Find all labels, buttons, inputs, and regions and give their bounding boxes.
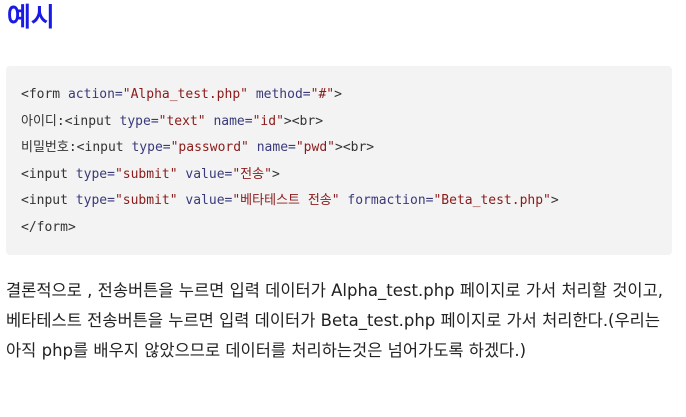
code-token: action= (67, 87, 123, 102)
code-token: type= (75, 193, 115, 209)
code-token: method= (255, 87, 311, 102)
code-line: <input type="submit" value="전송"> (21, 162, 672, 189)
code-token: value= (185, 193, 233, 209)
code-token: "pwd" (295, 140, 335, 156)
code-token: "전송" (232, 166, 272, 182)
code-token: ><br> (335, 140, 375, 156)
code-token: 비밀번호: (21, 140, 77, 156)
code-line: <input type="submit" value="베타테스트 전송" fo… (21, 188, 672, 215)
code-token: type= (75, 166, 115, 182)
code-token: name= (213, 113, 253, 129)
code-token: name= (256, 140, 296, 156)
section-heading: 예시 (7, 3, 55, 33)
code-token: <form (21, 87, 68, 102)
code-token: "submit" (114, 166, 178, 182)
code-token: "text" (158, 113, 206, 129)
code-token: "Beta_test.php" (433, 193, 551, 209)
code-token: ><br> (283, 113, 324, 129)
code-token: <input (64, 113, 120, 129)
code-token: value= (185, 166, 233, 182)
code-token: "submit" (114, 193, 178, 209)
explanation-paragraph: 결론적으로 , 전송버튼을 누르면 입력 데이터가 Alpha_test.php… (6, 281, 664, 360)
code-line: </form> (21, 215, 672, 242)
code-token: <input (76, 140, 132, 156)
code-token: "Alpha_test.php" (122, 87, 248, 102)
code-token: type= (131, 140, 171, 156)
code-token: > (550, 193, 559, 209)
code-token: <input (21, 166, 76, 182)
code-token: > (271, 166, 280, 182)
code-token: </form> (21, 219, 76, 235)
code-token: type= (119, 113, 159, 129)
code-token: "password" (170, 140, 249, 156)
code-token: formaction= (347, 193, 434, 209)
code-line: 비밀번호:<input type="password" name="pwd"><… (21, 135, 672, 162)
code-line: <form action="Alpha_test.php" method="#"… (21, 82, 672, 109)
code-token: "id" (252, 113, 284, 129)
code-block: <form action="Alpha_test.php" method="#"… (6, 66, 672, 255)
code-token: "베타테스트 전송" (232, 193, 340, 209)
code-line: 아이디:<input type="text" name="id"><br> (21, 109, 672, 136)
code-token: <input (21, 193, 76, 209)
code-token: > (334, 87, 342, 102)
code-token: 아이디: (21, 113, 65, 129)
code-token: "#" (310, 87, 335, 102)
